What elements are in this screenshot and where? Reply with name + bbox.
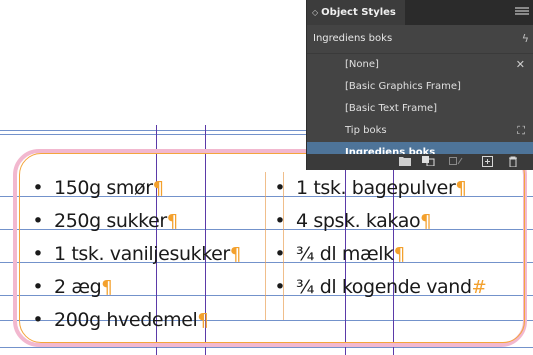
style-label: [Basic Text Frame] [345,103,438,114]
list-item[interactable]: • 4 spsk. kakao¶ [270,205,487,238]
ingredient-column-left[interactable]: • 150g smør¶ • 250g sukker¶ • 1 tsk. van… [28,172,241,337]
style-item-tip-boks[interactable]: Tip boks ⛶ [307,120,533,142]
list-item[interactable]: • ¾ dl kogende vand# [270,271,487,304]
style-label: Tip boks [345,125,387,136]
guide-line [0,347,533,348]
list-item[interactable]: • 200g hvedemel¶ [28,304,241,337]
ingredient-text: 1 tsk. bagepulver [296,177,456,199]
bullet: • [32,210,44,232]
style-label: [Basic Graphics Frame] [345,81,461,92]
end-of-story-mark: # [471,277,487,298]
new-style-icon[interactable] [482,156,493,171]
panel-collapse-icon[interactable]: ◇ [312,8,318,17]
ingredient-text: 4 spsk. kakao [296,210,421,232]
folder-icon[interactable] [399,156,411,170]
style-label: [None] [345,59,379,70]
pilcrow-mark: ¶ [455,178,467,199]
panel-menu-icon[interactable] [515,7,529,16]
list-item[interactable]: • 150g smør¶ [28,172,241,205]
ingredient-text: 200g hvedemel [54,309,198,331]
lightning-icon[interactable]: ϟ [522,25,529,53]
pilcrow-mark: ¶ [420,211,432,232]
list-item[interactable]: • 250g sukker¶ [28,205,241,238]
bullet: • [274,243,286,265]
panel-tab-bar: ◇ Object Styles [307,0,533,25]
ingredient-text: 2 æg [54,276,102,298]
pilcrow-mark: ¶ [393,244,406,265]
bullet: • [32,243,44,265]
pilcrow-mark: ¶ [101,277,113,298]
list-item[interactable]: • ¾ dl mælk¶ [270,238,487,271]
current-style-header: Ingrediens boks ϟ [307,25,533,54]
panel-footer [307,154,533,170]
ingredient-text: 1 tsk. vaniljesukker [54,243,230,265]
bullet: • [32,309,44,331]
style-item-none[interactable]: [None] ✕ [307,54,533,76]
bullet: • [274,177,286,199]
style-item-basic-text-frame[interactable]: [Basic Text Frame] [307,98,533,120]
bullet: • [274,276,286,298]
bullet: • [32,276,44,298]
ingredient-text: ¾ dl mælk [296,243,394,265]
pilcrow-mark: ¶ [152,178,165,199]
tab-object-styles[interactable]: ◇ Object Styles [307,0,405,25]
list-item[interactable]: • 1 tsk. bagepulver¶ [270,172,487,205]
ingredient-text: 250g sukker [54,210,167,232]
clear-override-icon: ✕ [515,58,525,71]
load-styles-icon[interactable] [422,156,436,170]
trash-icon[interactable] [508,156,518,171]
frame-icon: ⛶ [517,124,525,137]
style-item-basic-graphics-frame[interactable]: [Basic Graphics Frame] [307,76,533,98]
pilcrow-mark: ¶ [166,211,179,232]
current-style-name: Ingrediens boks [313,33,393,44]
pilcrow-mark: ¶ [197,310,209,331]
pilcrow-mark: ¶ [229,244,242,265]
list-item[interactable]: • 2 æg¶ [28,271,241,304]
clear-overrides-icon[interactable] [449,156,463,170]
ingredient-text: ¾ dl kogende vand [296,276,472,298]
list-item[interactable]: • 1 tsk. vaniljesukker¶ [28,238,241,271]
object-styles-panel[interactable]: ◇ Object Styles Ingrediens boks ϟ [None] … [306,0,533,170]
ingredient-column-right[interactable]: • 1 tsk. bagepulver¶ • 4 spsk. kakao¶ • … [270,172,487,304]
bullet: • [32,177,44,199]
ingredient-text: 150g smør [54,177,153,199]
tab-label: Object Styles [321,7,396,18]
bullet: • [274,210,286,232]
